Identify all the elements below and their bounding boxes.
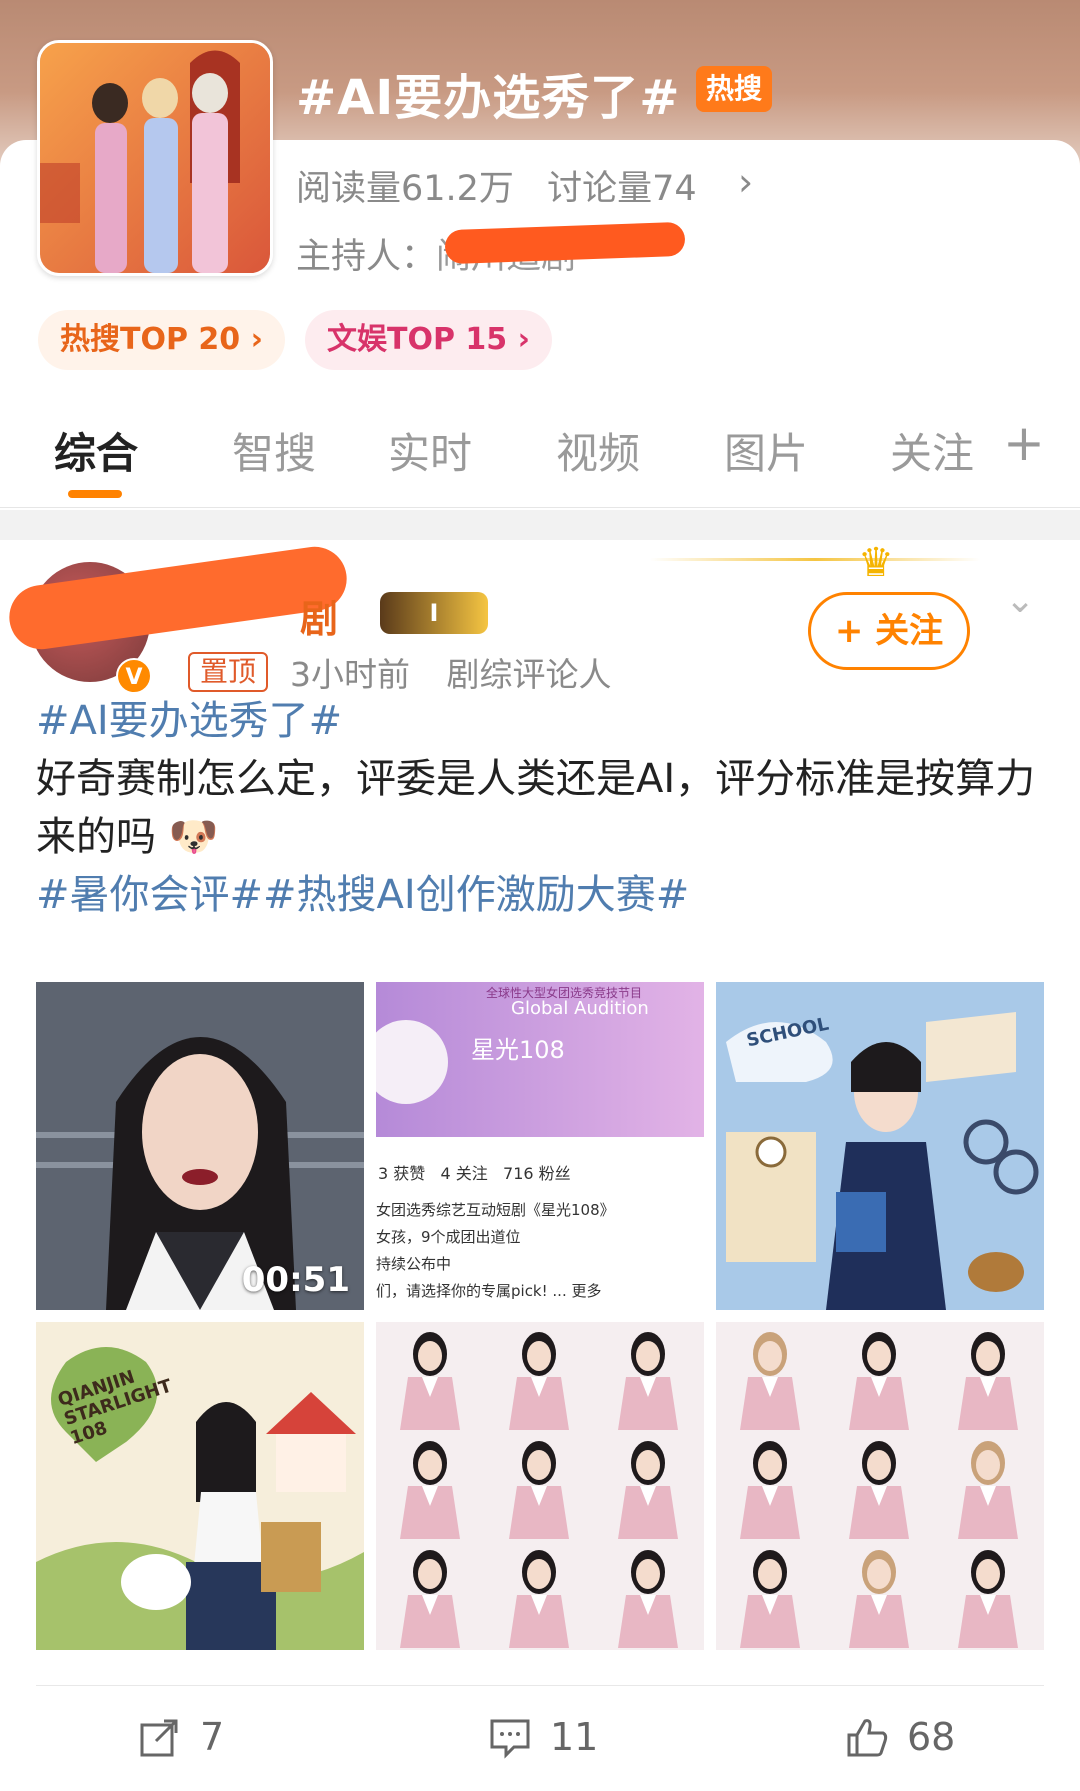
tab-comprehensive[interactable]: 综合 <box>54 420 138 481</box>
read-count: 阅读量61.2万 <box>296 169 514 209</box>
post-card: ♛ V 剧 I 置顶 3小时前 剧综评论人 + 关注 ⌄ #AI要办选秀了# 好… <box>0 540 1080 1791</box>
tab-images[interactable]: 图片 <box>724 420 808 481</box>
active-tab-indicator <box>68 490 122 498</box>
topic-stats[interactable]: 阅读量61.2万 讨论量74 <box>296 160 719 211</box>
post-text: 好奇赛制怎么定，评委是人类还是AI，评分标准是按算力来的吗 🐶 <box>36 750 1046 866</box>
topic-title: #AI要办选秀了# <box>296 70 681 126</box>
post-body: #AI要办选秀了# 好奇赛制怎么定，评委是人类还是AI，评分标准是按算力来的吗 … <box>36 692 1046 924</box>
host-label: 主持人： <box>296 237 437 277</box>
entertainment-rank-pill[interactable]: 文娱TOP 15 › <box>305 310 552 370</box>
chevron-right-icon[interactable]: › <box>738 160 753 204</box>
video-duration: 00:51 <box>241 1260 350 1300</box>
add-tab-icon[interactable]: + <box>1003 414 1045 472</box>
profile-desc: 女团选秀综艺互动短剧《星光108》 女孩，9个成团出道位 持续公布中 们，请选择… <box>376 1197 615 1305</box>
thumbs-up-icon <box>847 1719 888 1757</box>
repost-button[interactable]: 7 <box>138 1715 224 1759</box>
hot-search-rank-pill[interactable]: 热搜TOP 20 › <box>38 310 285 370</box>
profile-stats: 3 获赞 4 关注 716 粉丝 <box>378 1164 571 1183</box>
post-time: 3小时前 <box>290 655 410 694</box>
poster-image[interactable]: QIANJIN STARLIGHT 108 <box>36 1322 364 1650</box>
repost-count: 7 <box>200 1715 225 1759</box>
tab-bar: 综合 智搜 实时 视频 图片 关注 + <box>0 400 1080 508</box>
profile-desc-line: 女团选秀综艺互动短剧《星光108》 <box>376 1201 615 1219</box>
profile-desc-line: 女孩，9个成团出道位 <box>376 1228 521 1246</box>
decorative-line <box>650 558 980 561</box>
dog-emoji-icon: 🐶 <box>168 814 219 860</box>
hashtag-link[interactable]: #AI要办选秀了# <box>36 692 1046 750</box>
video-thumbnail[interactable]: 00:51 <box>36 982 364 1310</box>
trainee-grid-image[interactable] <box>716 1322 1044 1650</box>
comment-button[interactable]: 11 <box>488 1715 598 1759</box>
like-button[interactable]: 68 <box>845 1715 955 1759</box>
discussion-count: 讨论量74 <box>547 169 697 209</box>
post-meta: 3小时前 剧综评论人 <box>290 648 638 696</box>
comment-icon <box>490 1719 530 1759</box>
banner-title: Global Audition <box>511 998 649 1019</box>
author-role: 剧综评论人 <box>446 655 612 694</box>
vip-badge-icon: I <box>380 592 488 634</box>
school-illustration-image[interactable]: SCHOOL <box>716 982 1044 1310</box>
follow-button[interactable]: + 关注 <box>808 592 970 670</box>
repost-icon <box>140 1719 178 1757</box>
crown-icon: ♛ <box>858 540 894 586</box>
chevron-down-icon[interactable]: ⌄ <box>1005 580 1035 621</box>
tab-smart-search[interactable]: 智搜 <box>232 420 316 481</box>
profile-desc-line: 持续公布中 <box>376 1255 452 1273</box>
divider <box>36 1685 1044 1686</box>
profile-name: 星光108 <box>471 1036 565 1064</box>
redaction-scribble <box>5 542 351 654</box>
profile-desc-line: 们，请选择你的专属pick! ... 更多 <box>376 1282 602 1300</box>
pinned-badge: 置顶 <box>188 652 269 692</box>
tab-video[interactable]: 视频 <box>556 420 640 481</box>
tab-realtime[interactable]: 实时 <box>388 420 472 481</box>
tab-following[interactable]: 关注 <box>890 420 974 481</box>
verified-icon: V <box>116 658 152 694</box>
author-name[interactable]: 剧 <box>300 588 338 643</box>
profile-screenshot-image[interactable]: 全球性大型女团选秀竞技节目 Global Audition 星光108 3 获赞… <box>376 982 704 1310</box>
hashtag-links[interactable]: #暑你会评##热搜AI创作激励大赛# <box>36 866 1046 924</box>
topic-cover-image[interactable] <box>37 40 273 276</box>
comment-count: 11 <box>550 1715 599 1759</box>
hot-badge: 热搜 <box>696 66 773 112</box>
like-count: 68 <box>907 1715 956 1759</box>
trainee-grid-image[interactable] <box>376 1322 704 1650</box>
